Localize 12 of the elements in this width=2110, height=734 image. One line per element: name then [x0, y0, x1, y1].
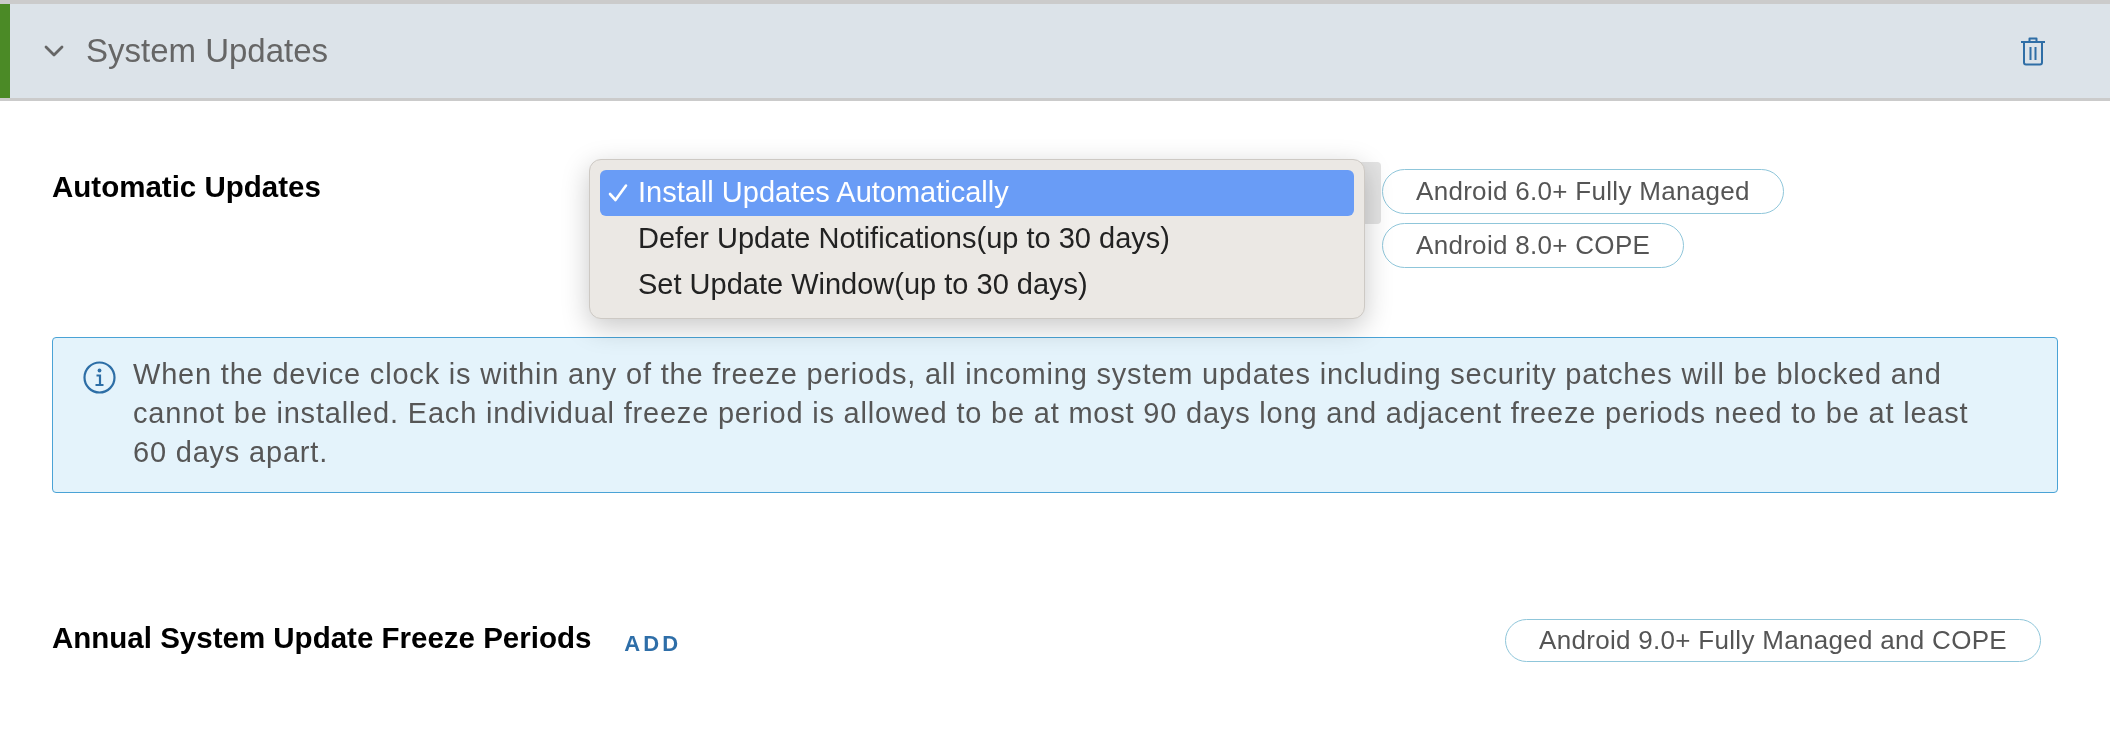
check-icon	[608, 183, 628, 203]
field-label: Annual System Update Freeze Periods	[52, 620, 592, 655]
dropdown-menu[interactable]: Install Updates Automatically Defer Update Notifications(up to 30 days) Set Update Window(up to 30 days)	[589, 159, 1365, 319]
info-text: When the device clock is within any of the freeze periods, all incoming system updates including security patches will be blocked and cannot be installed. Each individual freeze period is allowed to be at most 90 days long and adjacent freeze periods need to be at least 60 days apart.	[133, 357, 1970, 470]
menu-option[interactable]: Set Update Window(up to 30 days)	[600, 262, 1354, 308]
trash-icon[interactable]	[2020, 36, 2046, 66]
info-icon	[83, 361, 116, 394]
field-label: Automatic Updates	[52, 170, 321, 203]
menu-option[interactable]: Defer Update Notifications(up to 30 days)	[600, 216, 1354, 262]
chevron-down-icon[interactable]	[44, 45, 64, 57]
add-link[interactable]: ADD	[624, 627, 682, 660]
section-title: System Updates	[86, 31, 329, 71]
